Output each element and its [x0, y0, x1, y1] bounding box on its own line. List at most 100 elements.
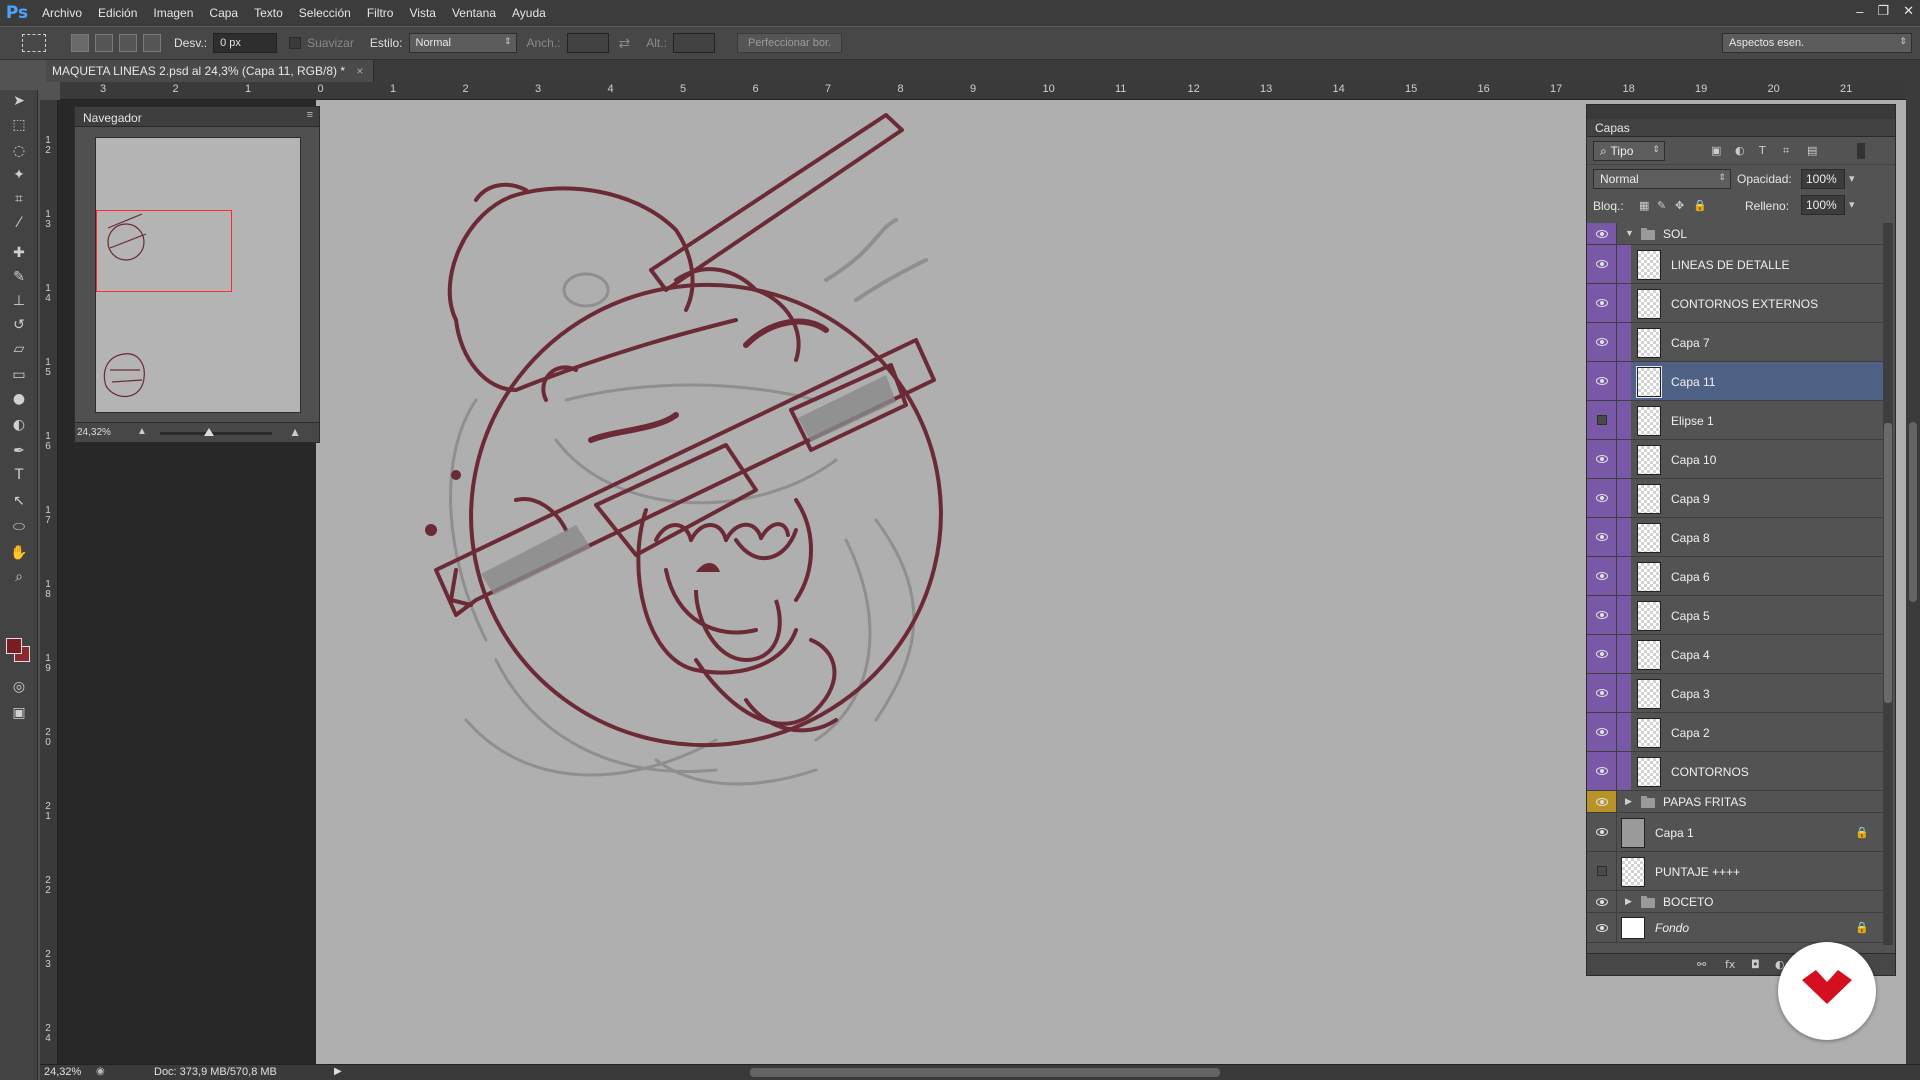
layer-row[interactable]: Capa 7 — [1587, 323, 1883, 362]
menu-ayuda[interactable]: Ayuda — [504, 0, 554, 26]
visibility-toggle[interactable] — [1587, 518, 1617, 556]
channel-logo-badge[interactable] — [1778, 942, 1876, 1040]
visibility-toggle[interactable] — [1587, 813, 1617, 851]
zoom-slider-handle[interactable] — [204, 428, 214, 436]
visibility-toggle[interactable] — [1587, 362, 1617, 400]
filter-type-icon[interactable]: T — [1759, 145, 1771, 157]
healing-brush-tool-icon[interactable]: ✚ — [8, 242, 30, 264]
blur-tool-icon[interactable]: ● — [8, 388, 30, 410]
menu-capa[interactable]: Capa — [201, 0, 246, 26]
layer-row[interactable]: Capa 11 — [1587, 362, 1883, 401]
horizontal-scrollbar-thumb[interactable] — [750, 1068, 1220, 1077]
layer-group-row[interactable]: ▼ SOL — [1587, 223, 1883, 245]
layer-row[interactable]: Capa 10 — [1587, 440, 1883, 479]
layer-row[interactable]: LINEAS DE DETALLE — [1587, 245, 1883, 284]
layer-row[interactable]: Capa 5 — [1587, 596, 1883, 635]
layers-scrollbar[interactable] — [1883, 223, 1893, 945]
blend-mode-select[interactable]: Normal ⇕ — [1593, 169, 1731, 189]
screen-mode-icon[interactable]: ▣ — [8, 702, 30, 724]
clone-stamp-tool-icon[interactable]: ⊥ — [8, 290, 30, 312]
layer-group-row[interactable]: ▶ PAPAS FRITAS — [1587, 791, 1883, 813]
zoom-tool-icon[interactable]: ⌕ — [8, 566, 30, 588]
visibility-toggle[interactable] — [1587, 635, 1617, 673]
layer-row[interactable]: CONTORNOS EXTERNOS — [1587, 284, 1883, 323]
visibility-toggle[interactable] — [1587, 401, 1617, 439]
swap-icon[interactable]: ⇄ — [619, 35, 631, 52]
refine-edge-button[interactable]: Perfeccionar bor. — [736, 33, 843, 53]
visibility-toggle[interactable] — [1587, 791, 1617, 812]
style-select[interactable]: Normal ⇕ — [408, 33, 517, 53]
new-selection-icon[interactable] — [71, 34, 89, 52]
visibility-toggle[interactable] — [1587, 852, 1617, 890]
foreground-color-swatch[interactable] — [6, 638, 22, 654]
minimize-button[interactable]: – — [1856, 4, 1863, 19]
status-zoom[interactable]: 24,32% — [44, 1066, 81, 1078]
visibility-toggle[interactable] — [1587, 323, 1617, 361]
intersect-selection-icon[interactable] — [143, 34, 161, 52]
close-window-button[interactable]: ✕ — [1903, 3, 1914, 19]
path-selection-tool-icon[interactable]: ↖ — [8, 490, 30, 512]
visibility-toggle[interactable] — [1587, 713, 1617, 751]
document-tab[interactable]: MAQUETA LINEAS 2.psd al 24,3% (Capa 11, … — [46, 60, 375, 82]
layer-row[interactable]: Fondo 🔒 — [1587, 913, 1883, 943]
layer-group-row[interactable]: ▶ BOCETO — [1587, 891, 1883, 913]
lock-all-icon[interactable]: 🔒 — [1693, 200, 1707, 212]
eraser-tool-icon[interactable]: ▱ — [8, 338, 30, 360]
menu-seleccion[interactable]: Selección — [291, 0, 359, 26]
menu-imagen[interactable]: Imagen — [145, 0, 201, 26]
hand-tool-icon[interactable]: ✋ — [8, 542, 30, 564]
lasso-tool-icon[interactable]: ◌ — [8, 140, 30, 162]
quick-mask-icon[interactable]: ◎ — [8, 676, 30, 698]
visibility-toggle[interactable] — [1587, 245, 1617, 283]
filter-smart-object-icon[interactable]: ▤ — [1807, 145, 1819, 157]
ellipse-tool-icon[interactable]: ⬭ — [8, 516, 30, 538]
navigator-zoom-slider[interactable] — [160, 428, 272, 436]
opacity-input[interactable]: 100% — [1801, 169, 1845, 189]
height-input[interactable] — [672, 33, 715, 53]
layer-row[interactable]: Capa 2 — [1587, 713, 1883, 752]
navigator-zoom-value[interactable]: 24,32% — [77, 427, 111, 438]
lock-position-icon[interactable]: ✥ — [1675, 200, 1687, 212]
filter-toggle-icon[interactable] — [1857, 143, 1865, 159]
visibility-toggle[interactable] — [1587, 752, 1617, 790]
layer-row[interactable]: Capa 8 — [1587, 518, 1883, 557]
layer-row[interactable]: Capa 6 — [1587, 557, 1883, 596]
vertical-scrollbar-thumb[interactable] — [1909, 422, 1917, 602]
dodge-tool-icon[interactable]: ◐ — [8, 414, 30, 436]
crop-tool-icon[interactable]: ⌗ — [8, 188, 30, 210]
restore-button[interactable]: ❐ — [1877, 3, 1889, 19]
canvas-vertical-scrollbar[interactable] — [1906, 82, 1920, 1064]
visibility-toggle[interactable] — [1587, 479, 1617, 517]
marquee-tool-icon[interactable]: ⬚ — [8, 114, 30, 136]
workspace-select[interactable]: Aspectos esen. ⇕ — [1722, 33, 1912, 53]
menu-vista[interactable]: Vista — [401, 0, 443, 26]
history-brush-tool-icon[interactable]: ↺ — [8, 314, 30, 336]
status-info-icon[interactable]: ◉ — [96, 1066, 105, 1077]
brush-tool-icon[interactable]: ✎ — [8, 266, 30, 288]
navigator-thumbnail[interactable] — [95, 137, 301, 413]
layer-row[interactable]: Elipse 1 — [1587, 401, 1883, 440]
visibility-toggle[interactable] — [1587, 223, 1617, 244]
gradient-tool-icon[interactable]: ▭ — [8, 364, 30, 386]
visibility-toggle[interactable] — [1587, 913, 1617, 942]
lock-image-icon[interactable]: ✎ — [1657, 200, 1669, 212]
menu-texto[interactable]: Texto — [246, 0, 291, 26]
layer-row[interactable]: Capa 3 — [1587, 674, 1883, 713]
visibility-toggle[interactable] — [1587, 596, 1617, 634]
zoom-out-icon[interactable]: ▲ — [137, 426, 147, 437]
status-menu-arrow-icon[interactable]: ▶ — [334, 1066, 342, 1077]
menu-archivo[interactable]: Archivo — [34, 0, 90, 26]
subtract-selection-icon[interactable] — [119, 34, 137, 52]
filter-pixel-icon[interactable]: ▣ — [1711, 145, 1723, 157]
pen-tool-icon[interactable]: ✒ — [8, 440, 30, 462]
panel-menu-icon[interactable]: ≡ — [307, 109, 313, 121]
marquee-tool-preset-icon[interactable] — [22, 34, 46, 52]
layer-filter-select[interactable]: ⌕ Tipo ⇕ — [1593, 141, 1665, 161]
expand-right-icon[interactable]: ▶ — [1625, 896, 1632, 907]
visibility-toggle[interactable] — [1587, 557, 1617, 595]
expand-right-icon[interactable]: ▶ — [1625, 796, 1632, 807]
type-tool-icon[interactable]: T — [8, 464, 30, 486]
close-tab-icon[interactable]: × — [356, 64, 363, 78]
visibility-toggle[interactable] — [1587, 284, 1617, 322]
filter-shape-icon[interactable]: ⌗ — [1783, 145, 1795, 157]
